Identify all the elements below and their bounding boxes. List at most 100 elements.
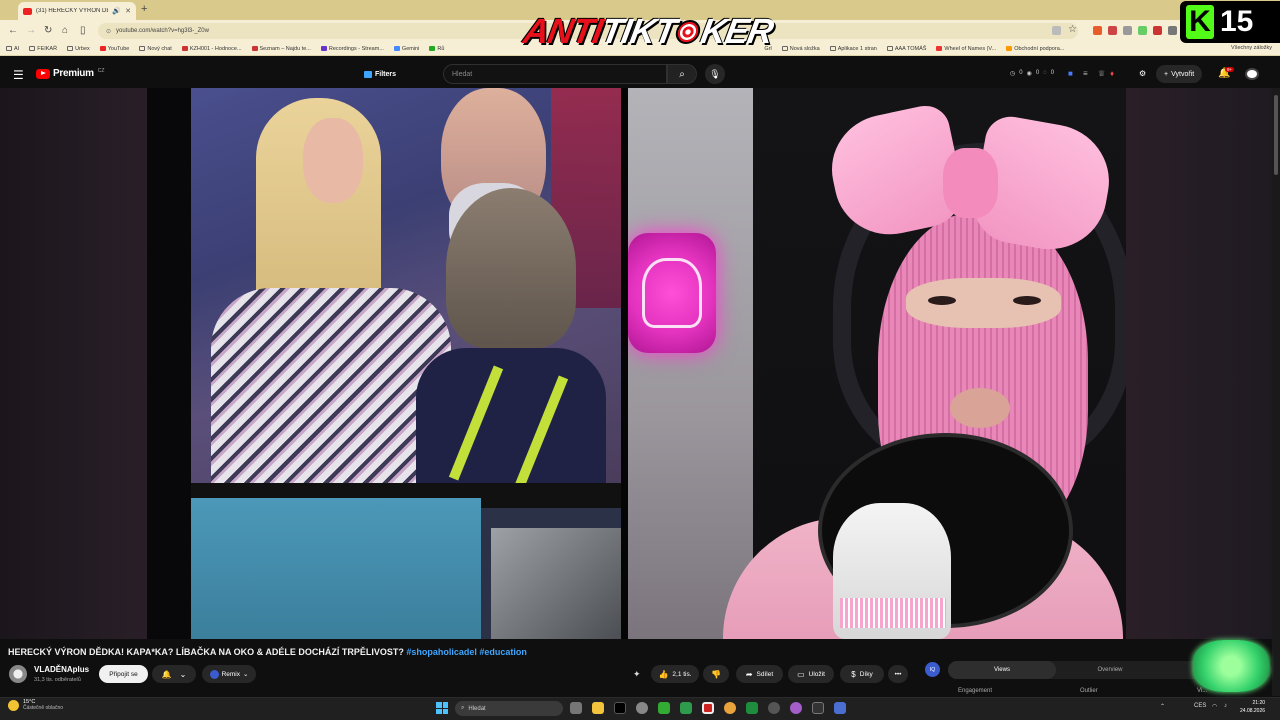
settings-app-icon[interactable] [636, 702, 648, 714]
search-button[interactable]: ⌕ [667, 64, 697, 84]
app-icon[interactable] [834, 702, 846, 714]
speaker-icon[interactable]: 🔊 [112, 7, 121, 15]
task-view-icon[interactable] [570, 702, 582, 714]
more-actions-button[interactable]: ••• [888, 665, 908, 683]
remix-button[interactable]: Remix ⌄ [202, 665, 256, 683]
ai-sparkle-icon[interactable]: ✦ [633, 669, 641, 680]
bookmark[interactable]: Obchodní podpora... [1006, 46, 1064, 52]
file-explorer-icon[interactable] [592, 702, 604, 714]
xbox-icon[interactable] [658, 702, 670, 714]
tab-overview[interactable]: Overview [1056, 667, 1164, 673]
bookmark[interactable]: KZH001 - Hodnoce... [181, 46, 242, 52]
scrollbar-thumb[interactable] [1274, 95, 1278, 175]
logo-ker-text: KER [697, 12, 776, 51]
alert-icon[interactable]: ♦ [1110, 69, 1114, 78]
seznam-icon [251, 46, 258, 51]
page-scrollbar[interactable] [1272, 88, 1280, 696]
tray-chevron-icon[interactable]: ⌃ [1160, 703, 1165, 710]
bookmark[interactable]: Recordings - Stream... [320, 46, 384, 52]
all-bookmarks[interactable]: Všechny záložky [1231, 45, 1272, 51]
terminal-icon[interactable] [812, 702, 824, 714]
start-button[interactable] [436, 702, 448, 714]
filters-button[interactable]: Filters [364, 67, 396, 81]
thanks-button[interactable]: $ Díky [840, 665, 884, 683]
extension-icon[interactable] [1138, 26, 1147, 35]
video-title: HERECKÝ VÝRON DĚDKA! KAPA*KA? LÍBAČKA NA… [8, 647, 527, 657]
clock-date: 24.08.2026 [1240, 708, 1266, 714]
system-clock[interactable]: 21:20 24.08.2026 [1240, 699, 1265, 715]
extension-icon[interactable] [1153, 26, 1162, 35]
install-app-icon[interactable] [1052, 26, 1061, 35]
extension-icon[interactable] [1123, 26, 1132, 35]
logo-tik-text: TIKT [598, 12, 679, 51]
sheets-icon[interactable] [746, 702, 758, 714]
bookmark[interactable]: FEIKAŘ [29, 46, 57, 52]
browser-tab[interactable]: (31) HERECKÝ VÝRON DĚD... 🔊 ✕ [18, 2, 136, 20]
extension-icon[interactable]: ■ [1068, 69, 1073, 78]
extension-icon[interactable] [1108, 26, 1117, 35]
person-c-body [416, 348, 606, 483]
vidiq-icon[interactable]: IQ [925, 662, 940, 677]
share-button[interactable]: ➦ Sdílet [736, 665, 783, 683]
app-icon[interactable] [790, 702, 802, 714]
bookmark[interactable]: AAA TOMÁŠ [886, 46, 926, 52]
back-icon[interactable]: ← [8, 25, 18, 36]
reload-icon[interactable]: ↻ [44, 25, 52, 36]
volume-icon[interactable]: ♪ [1224, 703, 1227, 709]
weather-widget[interactable]: 15°C Částečně oblačno [8, 699, 63, 711]
url-text: youtube.com/watch?v=hg3l3-_Z0w [116, 28, 209, 34]
bookmark[interactable]: Rů [429, 46, 444, 52]
app-icon[interactable] [768, 702, 780, 714]
bookmark[interactable]: Wheel of Names (V... [936, 46, 996, 52]
like-button[interactable]: 👍 2,1 tis. [651, 665, 699, 683]
search-input[interactable]: Hledat [443, 64, 667, 84]
header-stats: ◷ 0 ◉ 0 ◌ 0 [1010, 70, 1054, 77]
tiktok-icon[interactable] [614, 702, 626, 714]
bookmark[interactable]: YouTube [99, 46, 129, 52]
dislike-button[interactable]: 👎 [703, 665, 729, 683]
bookmark[interactable]: AI [6, 46, 19, 52]
language-indicator[interactable]: CES [1194, 703, 1206, 709]
eye-icon: ◉ [1026, 71, 1032, 77]
subscribed-button[interactable]: 🔔 ⌄ [152, 665, 196, 683]
create-button[interactable]: + Vytvořit [1156, 65, 1203, 83]
youtube-favicon-icon [23, 7, 32, 15]
obs-icon[interactable] [702, 702, 714, 714]
app-icon[interactable] [680, 702, 692, 714]
tab-views[interactable]: Views [948, 661, 1056, 679]
wheel-icon [936, 46, 943, 51]
settings-icon[interactable]: ⚙ [1139, 69, 1146, 78]
video-left-panel [191, 88, 621, 639]
trophy-icon[interactable]: ♕ [1098, 69, 1105, 78]
join-button[interactable]: Připojit se [99, 665, 148, 683]
youtube-icon [99, 46, 106, 51]
bookmark[interactable]: Nový chat [139, 46, 172, 52]
youtube-logo[interactable]: Premium CZ [36, 68, 104, 79]
extension-icon[interactable]: ≡ [1083, 69, 1088, 78]
bookmark[interactable]: Aplikace 1 stran [829, 46, 877, 52]
close-tab-icon[interactable]: ✕ [125, 7, 131, 15]
extension-icon[interactable] [1093, 26, 1102, 35]
taskbar-search[interactable]: ⌕ Hledat [455, 701, 563, 716]
voice-search-button[interactable]: 🎙 [705, 64, 725, 84]
wifi-icon[interactable]: ◠ [1212, 703, 1217, 710]
forward-icon[interactable]: → [26, 25, 36, 36]
account-avatar[interactable] [1245, 68, 1259, 80]
bookmark[interactable]: Seznam – Najdu te... [251, 46, 311, 52]
video-player[interactable] [0, 88, 1272, 639]
home-icon[interactable]: ⌂ [62, 25, 68, 36]
site-info-icon[interactable]: ⊙ [106, 28, 111, 35]
save-button[interactable]: ▭ Uložit [788, 665, 834, 683]
new-tab-icon[interactable]: + [141, 3, 147, 15]
youtube-brand: Premium [53, 68, 94, 79]
chrome-icon[interactable] [724, 702, 736, 714]
bookmark[interactable]: Urbex [67, 46, 90, 52]
video-hashtags[interactable]: #shopaholicadel #education [406, 647, 527, 657]
channel-name[interactable]: VLADĚNAplus [34, 665, 89, 674]
bookmark[interactable]: Gemini [393, 46, 419, 52]
menu-icon[interactable]: ☰ [13, 68, 24, 82]
extensions-menu-icon[interactable] [1168, 26, 1177, 35]
channel-avatar[interactable] [9, 665, 27, 683]
side-panel-icon[interactable]: ▯ [80, 25, 86, 36]
bookmark-star-icon[interactable]: ☆ [1068, 24, 1077, 35]
